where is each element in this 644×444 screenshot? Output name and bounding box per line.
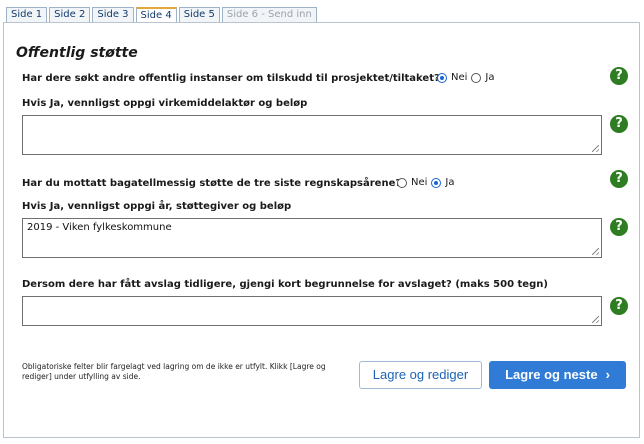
- textarea-support-details-value: 2019 - Viken fylkeskommune: [27, 222, 172, 233]
- radio-ja[interactable]: [431, 177, 442, 188]
- tab-side-6-send-inn: Side 6 - Send inn: [221, 7, 317, 23]
- help-icon[interactable]: ?: [610, 115, 628, 133]
- resize-grip-icon[interactable]: [592, 316, 599, 323]
- textarea-funding-details[interactable]: [22, 115, 602, 155]
- help-icon[interactable]: ?: [610, 67, 628, 85]
- section-title: Offentlig støtte: [16, 45, 138, 61]
- tab-side-4[interactable]: Side 4: [135, 7, 177, 23]
- help-icon[interactable]: ?: [610, 218, 628, 236]
- radio-label-nei: Nei: [451, 72, 468, 83]
- tab-side-3[interactable]: Side 3: [92, 7, 134, 23]
- label-support-details: Hvis Ja, vennligst oppgi år, støttegiver…: [22, 201, 292, 212]
- page-tabs: Side 1 Side 2 Side 3 Side 4 Side 5 Side …: [6, 7, 317, 23]
- radio-group-other-public-funding: Nei Ja: [437, 72, 495, 83]
- chevron-right-icon: ›: [605, 367, 610, 382]
- radio-ja[interactable]: [471, 72, 482, 83]
- help-icon[interactable]: ?: [610, 170, 628, 188]
- save-and-next-label: Lagre og neste: [505, 367, 598, 382]
- radio-label-ja: Ja: [445, 177, 455, 188]
- save-and-edit-button[interactable]: Lagre og rediger: [359, 361, 482, 389]
- footnote: Obligatoriske felter blir fargelagt ved …: [22, 362, 326, 381]
- save-and-next-button[interactable]: Lagre og neste ›: [489, 361, 626, 389]
- radio-label-nei: Nei: [411, 177, 428, 188]
- radio-nei[interactable]: [437, 72, 447, 83]
- resize-grip-icon[interactable]: [592, 248, 599, 255]
- question-other-public-funding: Har dere søkt andre offentlig instanser …: [22, 73, 440, 84]
- tab-side-5[interactable]: Side 5: [178, 7, 220, 23]
- radio-group-minor-support: Nei Ja: [397, 177, 455, 188]
- tab-side-1[interactable]: Side 1: [6, 7, 48, 23]
- label-funding-details: Hvis Ja, vennligst oppgi virkemiddelaktø…: [22, 98, 308, 109]
- resize-grip-icon[interactable]: [592, 145, 599, 152]
- radio-nei[interactable]: [397, 177, 407, 188]
- textarea-rejection-reason[interactable]: [22, 296, 602, 326]
- tab-side-2[interactable]: Side 2: [49, 7, 91, 23]
- radio-label-ja: Ja: [485, 72, 495, 83]
- help-icon[interactable]: ?: [610, 297, 628, 315]
- question-rejection-reason: Dersom dere har fått avslag tidligere, g…: [22, 279, 548, 290]
- textarea-support-details[interactable]: 2019 - Viken fylkeskommune: [22, 218, 602, 258]
- form-panel: Offentlig støtte Har dere søkt andre off…: [3, 22, 640, 438]
- question-minor-support: Har du mottatt bagatellmessig støtte de …: [22, 178, 402, 189]
